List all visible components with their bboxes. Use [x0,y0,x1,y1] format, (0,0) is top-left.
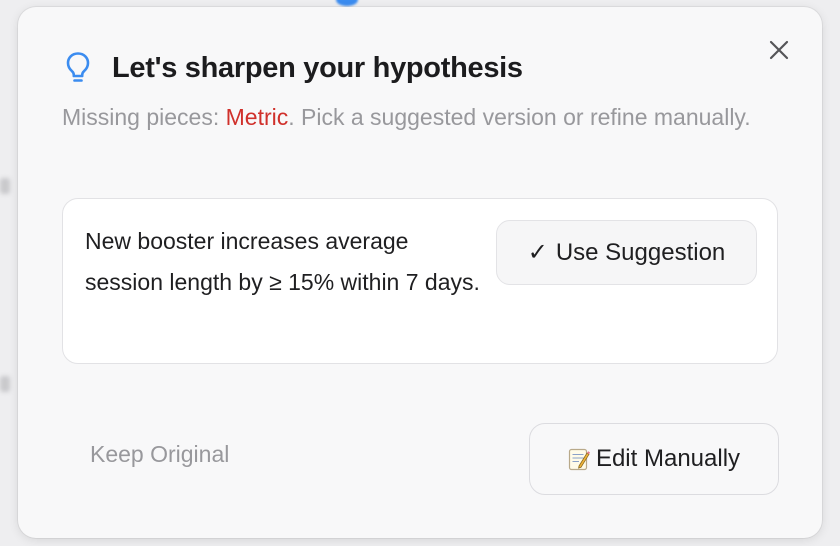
suggestion-card: New booster increases average session le… [62,198,778,364]
edit-manually-label: Edit Manually [595,445,741,472]
dialog-title: Let's sharpen your hypothesis [112,51,523,84]
close-icon [769,40,789,60]
use-suggestion-button[interactable]: ✓ Use Suggestion [496,220,757,285]
backdrop-element [0,178,10,194]
backdrop-indicator [336,0,358,6]
hypothesis-dialog: Let's sharpen your hypothesis Missing pi… [18,7,822,538]
memo-icon [568,447,590,471]
keep-original-button[interactable]: Keep Original [90,441,229,468]
checkmark-icon: ✓ [527,239,548,266]
use-suggestion-label: Use Suggestion [555,238,726,266]
close-button[interactable] [766,37,792,63]
dialog-subtitle: Missing pieces: Metric. Pick a suggested… [62,99,762,135]
dialog-header: Let's sharpen your hypothesis [64,51,523,85]
edit-manually-button[interactable]: Edit Manually [529,423,779,495]
subtitle-prefix: Missing pieces: [62,104,226,130]
subtitle-suffix: . Pick a suggested version or refine man… [288,104,751,130]
lightbulb-icon [64,51,92,85]
suggested-hypothesis-text: New booster increases average session le… [85,228,480,295]
missing-piece-label: Metric [225,104,289,130]
backdrop-element [0,376,10,392]
